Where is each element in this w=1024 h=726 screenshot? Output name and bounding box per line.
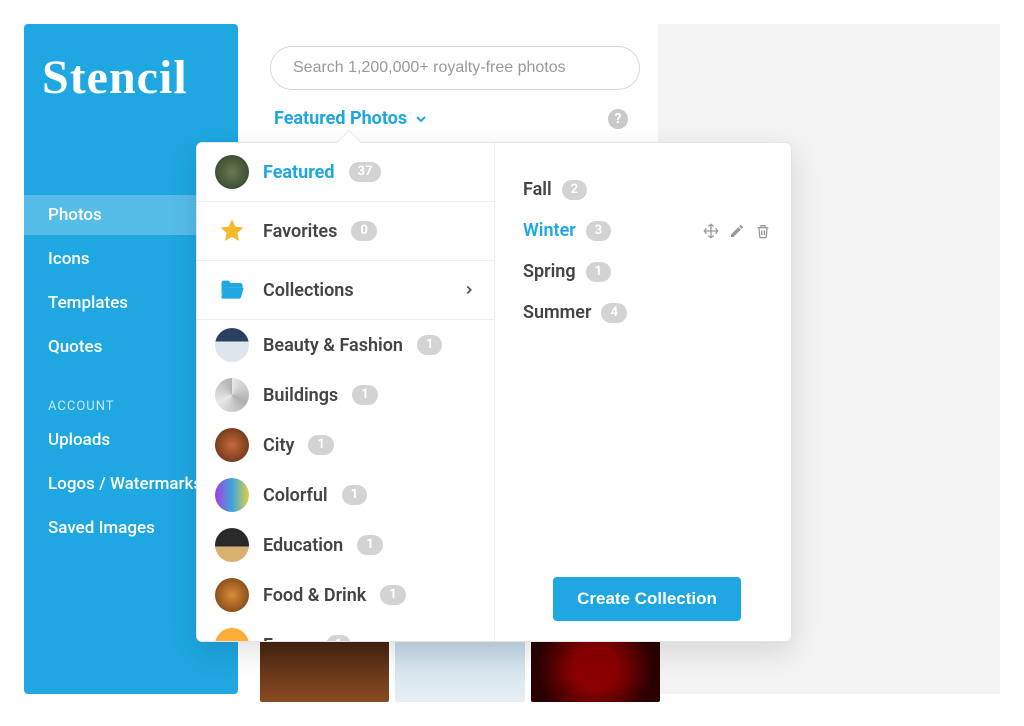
category-item[interactable]: Beauty & Fashion 1 (197, 320, 494, 370)
count-badge: 1 (586, 262, 611, 282)
photos-dropdown-panel: Featured 37 Favorites 0 Collections Beau… (196, 142, 792, 642)
count-badge: 37 (349, 162, 382, 182)
count-badge: 1 (380, 585, 405, 605)
count-badge: 1 (342, 485, 367, 505)
photo-thumbnail[interactable] (260, 632, 389, 702)
label: Funny (263, 635, 312, 642)
label: Featured (263, 162, 335, 183)
chevron-right-icon (462, 283, 476, 297)
dropdown-item-featured[interactable]: Featured 37 (197, 143, 494, 202)
main-area: Featured Photos ? (260, 24, 660, 135)
trash-icon[interactable] (755, 223, 771, 239)
count-badge: 0 (351, 221, 376, 241)
label: Buildings (263, 385, 338, 406)
brand-logo: Stencil (24, 50, 238, 105)
count-badge: 1 (417, 335, 442, 355)
dropdown-right-column: Fall 2 Winter 3 Spring 1 Summer 4 Create Collec… (495, 143, 791, 641)
category-thumbnail-icon (215, 528, 249, 562)
dropdown-item-favorites[interactable]: Favorites 0 (197, 202, 494, 261)
label: Spring (523, 261, 576, 282)
label: Collections (263, 280, 354, 301)
chevron-down-icon (413, 111, 429, 127)
count-badge: 3 (586, 221, 611, 241)
label: Colorful (263, 485, 328, 506)
count-badge: 1 (352, 385, 377, 405)
count-badge: 1 (357, 535, 382, 555)
category-item[interactable]: City 1 (197, 420, 494, 470)
search-input[interactable] (270, 46, 640, 90)
dropdown-trigger-row: Featured Photos ? (260, 90, 640, 135)
dropdown-item-collections[interactable]: Collections (197, 261, 494, 320)
help-icon[interactable]: ? (608, 109, 628, 129)
create-collection-button[interactable]: Create Collection (553, 577, 741, 621)
count-badge: 4 (601, 303, 626, 323)
photo-thumbnail[interactable] (395, 632, 524, 702)
category-thumbnail-icon (215, 478, 249, 512)
category-thumbnail-icon (215, 578, 249, 612)
category-item[interactable]: Food & Drink 1 (197, 570, 494, 620)
collection-item[interactable]: Winter 3 (523, 210, 771, 251)
collection-item[interactable]: Spring 1 (523, 251, 771, 292)
dropdown-left-column: Featured 37 Favorites 0 Collections Beau… (197, 143, 495, 641)
star-icon (215, 214, 249, 248)
count-badge: 1 (326, 635, 351, 641)
collection-item[interactable]: Fall 2 (523, 169, 771, 210)
category-item[interactable]: Colorful 1 (197, 470, 494, 520)
category-list[interactable]: Beauty & Fashion1Buildings1City1Colorful… (197, 320, 494, 641)
label: Food & Drink (263, 585, 366, 606)
label: Favorites (263, 221, 337, 242)
label: Education (263, 535, 343, 556)
category-item[interactable]: Buildings 1 (197, 370, 494, 420)
collection-list: Fall 2 Winter 3 Spring 1 Summer 4 (523, 169, 771, 577)
move-icon[interactable] (703, 223, 719, 239)
collection-item[interactable]: Summer 4 (523, 292, 771, 333)
dropdown-trigger-label: Featured Photos (274, 108, 407, 129)
count-badge: 2 (562, 180, 587, 200)
category-thumbnail-icon (215, 378, 249, 412)
edit-icon[interactable] (729, 223, 745, 239)
category-thumbnail-icon (215, 328, 249, 362)
label: City (263, 435, 294, 456)
category-thumbnail-icon (215, 628, 249, 641)
photo-grid (260, 632, 660, 702)
label: Beauty & Fashion (263, 335, 403, 356)
photo-thumbnail[interactable] (531, 632, 660, 702)
category-item[interactable]: Funny 1 (197, 620, 494, 641)
folder-open-icon (215, 273, 249, 307)
label: Fall (523, 179, 552, 200)
category-item[interactable]: Education 1 (197, 520, 494, 570)
label: Summer (523, 302, 591, 323)
category-thumbnail-icon (215, 428, 249, 462)
label: Winter (523, 220, 576, 241)
featured-thumbnail-icon (215, 155, 249, 189)
count-badge: 1 (308, 435, 333, 455)
photos-source-dropdown[interactable]: Featured Photos (274, 108, 429, 129)
collection-actions (703, 223, 771, 239)
